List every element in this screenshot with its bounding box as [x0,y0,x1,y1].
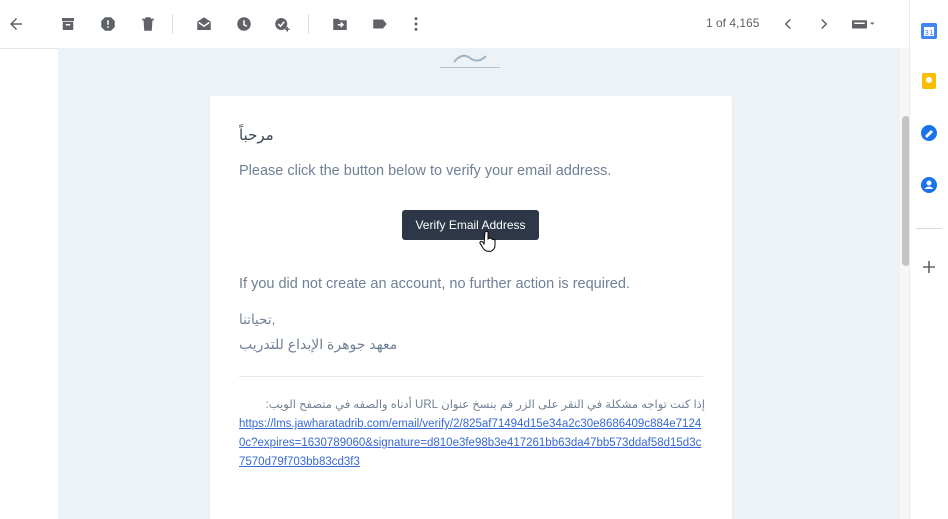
archive-icon[interactable] [56,12,80,36]
email-body: مرحباً Please click the button below to … [58,48,900,519]
no-action-text: If you did not create an account, no fur… [239,276,630,292]
add-icon[interactable] [920,258,938,276]
side-panel-divider [916,228,942,229]
keyboard-icon[interactable] [846,12,882,36]
toolbar-separator [308,14,309,34]
more-vert-icon[interactable] [404,12,428,36]
snooze-icon[interactable] [232,12,256,36]
delete-icon[interactable] [136,12,160,36]
institute-logo [440,54,500,68]
subcopy-text: إذا كنت تواجه مشكلة في النقر على الزر قم… [265,399,705,411]
contacts-icon[interactable] [920,176,938,194]
calendar-icon[interactable]: 31 [920,22,938,40]
sender-name: معهد جوهرة الإبداع للتدريب [239,336,398,352]
subcopy: إذا كنت تواجه مشكلة في النقر على الزر قم… [239,396,705,472]
signoff-text: تحياتنا, [239,312,276,327]
tasks-icon[interactable] [920,124,938,142]
pager-count: 1 of 4,165 [706,16,760,30]
verification-link[interactable]: https://lms.jawharatadrib.com/email/veri… [239,415,705,472]
toolbar-separator [172,14,173,34]
hand-cursor-icon [479,230,496,252]
intro-text: Please click the button below to verify … [239,163,612,179]
report-spam-icon[interactable] [96,12,120,36]
svg-text:31: 31 [925,29,934,37]
add-task-icon[interactable] [270,12,294,36]
message-toolbar: 1 of 4,165 [0,0,910,49]
email-card: مرحباً Please click the button below to … [210,96,732,519]
greeting-heading: مرحباً [239,127,274,144]
arrow-back-icon[interactable] [4,12,28,36]
chevron-left-icon[interactable] [776,12,800,36]
verify-email-button[interactable]: Verify Email Address [402,210,539,240]
chevron-right-icon[interactable] [812,12,836,36]
content-divider [239,376,703,377]
move-to-icon[interactable] [328,12,352,36]
keep-icon[interactable] [920,72,938,90]
side-panel: 31 [909,0,948,519]
label-icon[interactable] [368,12,392,36]
mark-unread-icon[interactable] [192,12,216,36]
